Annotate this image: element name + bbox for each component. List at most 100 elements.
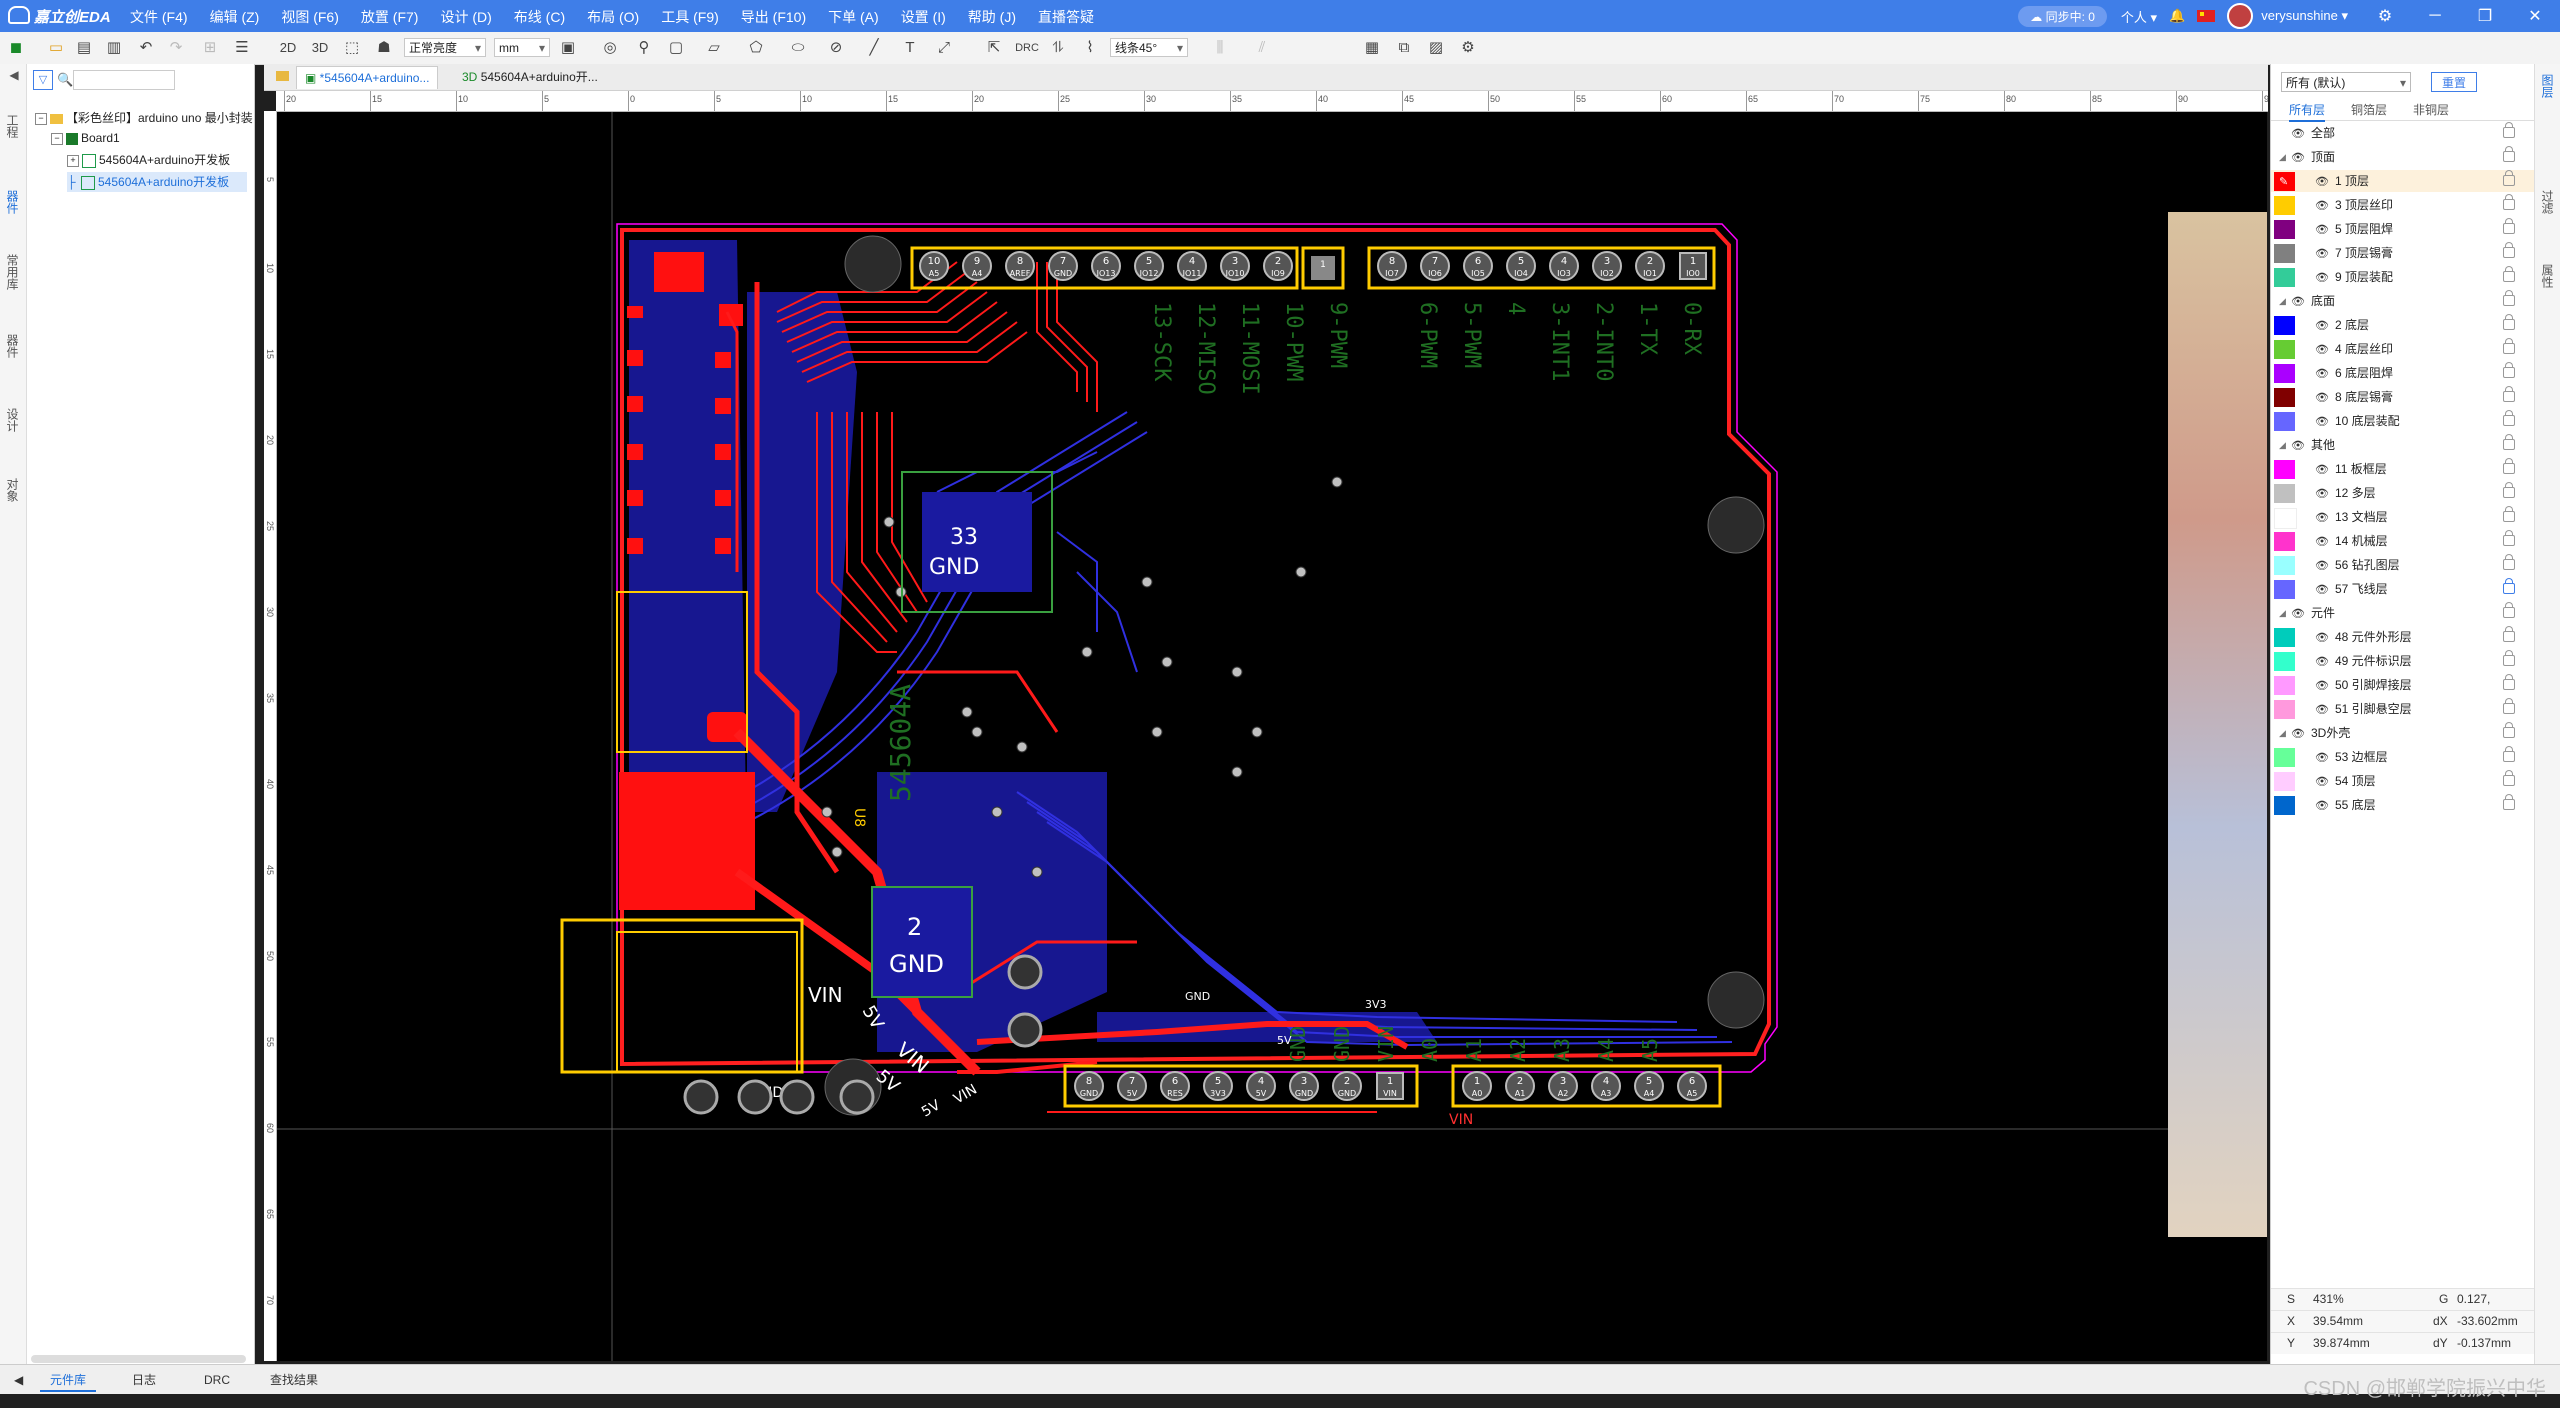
no-icon[interactable]: ⊘ xyxy=(826,38,846,58)
mcu-ic[interactable]: 33 GND xyxy=(901,471,1053,613)
layer-row[interactable]: 👁 57 飞线层 xyxy=(2271,578,2534,600)
diff-pair-icon[interactable]: ⥮ xyxy=(1048,38,1068,58)
tab-search-results[interactable]: 查找结果 xyxy=(260,1370,328,1390)
menu-item[interactable]: 导出 (F10) xyxy=(741,7,806,27)
layer-row[interactable]: 👁 54 顶层 xyxy=(2271,770,2534,792)
tree-board[interactable]: − Board1 xyxy=(51,128,120,148)
lock-icon[interactable] xyxy=(2503,338,2515,354)
view-2d-button[interactable]: 2D xyxy=(278,38,298,58)
tab-pcb[interactable]: ▣ *545604A+arduino... xyxy=(296,66,439,89)
menu-item[interactable]: 布线 (C) xyxy=(514,7,565,27)
header-top-right[interactable]: 8 IO7 7 IO6 6 IO5 5 IO4 4 IO3 3 IO2 2 IO1 1 IO0 xyxy=(1377,251,1707,281)
layer-color-swatch[interactable] xyxy=(2274,412,2295,431)
eye-icon[interactable]: 👁 xyxy=(2315,459,2329,481)
tab-all-layers[interactable]: 所有层 xyxy=(2289,101,2326,122)
menu-item[interactable]: 放置 (F7) xyxy=(361,7,419,27)
eye-icon[interactable]: 👁 xyxy=(2315,579,2329,601)
collapse-icon[interactable]: − xyxy=(51,132,63,145)
gear-icon[interactable]: ⚙ xyxy=(2360,6,2410,26)
eye-icon[interactable]: 👁 xyxy=(2315,195,2329,217)
drc-button[interactable]: DRC xyxy=(1014,38,1040,58)
layer-row[interactable]: 👁 51 引脚悬空层 xyxy=(2271,698,2534,720)
lock-icon[interactable] xyxy=(2503,698,2515,714)
lock-icon[interactable] xyxy=(2503,530,2515,546)
layer-row[interactable]: ◢ 👁 底面 xyxy=(2271,290,2534,312)
lock-icon[interactable] xyxy=(2503,386,2515,402)
layer-color-swatch[interactable] xyxy=(2274,508,2297,529)
eye-icon[interactable]: 👁 xyxy=(2315,747,2329,769)
eye-icon[interactable]: 👁 xyxy=(2315,627,2329,649)
flag-icon[interactable] xyxy=(2197,10,2216,22)
layer-row[interactable]: 👁 48 元件外形层 xyxy=(2271,626,2534,648)
menu-item[interactable]: 文件 (F4) xyxy=(130,7,188,27)
layer-row[interactable]: 👁 12 多层 xyxy=(2271,482,2534,504)
open-folder-icon[interactable]: ▭ xyxy=(46,38,66,58)
eye-icon[interactable]: 👁 xyxy=(2315,315,2329,337)
layer-color-swatch[interactable] xyxy=(2274,748,2295,767)
right-rail-tab-layers[interactable]: 图层 xyxy=(2540,74,2556,98)
menu-item[interactable]: 布局 (O) xyxy=(587,7,639,27)
left-rail-tab-object[interactable]: 对象 xyxy=(5,478,21,502)
layer-color-swatch[interactable] xyxy=(2274,700,2295,719)
settings-icon[interactable]: ⚙ xyxy=(1458,38,1478,58)
text-icon[interactable]: T xyxy=(900,38,920,58)
layer-row[interactable]: 👁 9 顶层装配 xyxy=(2271,266,2534,288)
layer-color-swatch[interactable] xyxy=(2274,580,2295,599)
layer-row[interactable]: 👁 14 机械层 xyxy=(2271,530,2534,552)
layer-row[interactable]: 👁 56 钻孔图层 xyxy=(2271,554,2534,576)
lock-icon[interactable] xyxy=(2503,170,2515,186)
unit-select[interactable]: mm xyxy=(494,38,550,58)
collapse-icon[interactable]: ◢ xyxy=(2279,434,2286,456)
search-icon[interactable]: 🔍 xyxy=(57,72,73,88)
bottom-collapse-icon[interactable]: ◀ xyxy=(4,1370,33,1390)
menu-item[interactable]: 工具 (F9) xyxy=(661,7,719,27)
lock-icon[interactable] xyxy=(2503,626,2515,642)
tree-item[interactable]: +545604A+arduino开发板 xyxy=(67,150,230,170)
layer-row[interactable]: ◢ 👁 3D外壳 xyxy=(2271,722,2534,744)
filter-icon[interactable]: ▽ xyxy=(33,70,53,90)
lock-icon[interactable] xyxy=(2503,218,2515,234)
rect-icon[interactable]: ▢ xyxy=(666,38,686,58)
lock-icon[interactable] xyxy=(2503,674,2515,690)
layer-row[interactable]: 👁 13 文档层 xyxy=(2271,506,2534,529)
eye-icon[interactable]: 👁 xyxy=(2291,603,2305,625)
grid-icon[interactable]: ⊞ xyxy=(200,38,220,58)
lock-icon[interactable] xyxy=(2503,722,2515,738)
save-all-icon[interactable]: ▥ xyxy=(104,38,124,58)
eye-icon[interactable]: 👁 xyxy=(2315,507,2329,529)
reset-button[interactable]: 重置 xyxy=(2431,72,2477,92)
redo-icon[interactable]: ↷ xyxy=(166,38,186,58)
collapse-icon[interactable]: ◢ xyxy=(2279,290,2286,312)
route-angle-select[interactable]: 线条45° xyxy=(1110,38,1188,58)
layer-row[interactable]: 👁 5 顶层阻焊 xyxy=(2271,218,2534,240)
eye-icon[interactable]: 👁 xyxy=(2315,675,2329,697)
tab-3d[interactable]: 3D 545604A+arduino开... xyxy=(454,66,606,88)
undo-icon[interactable]: ↶ xyxy=(136,38,156,58)
line-icon[interactable]: ╱ xyxy=(864,38,884,58)
regulator-pad[interactable]: 2 GND xyxy=(871,886,973,998)
avatar[interactable] xyxy=(2227,3,2254,29)
layer-row[interactable]: 👁 6 底层阻焊 xyxy=(2271,362,2534,384)
ellipse-icon[interactable]: ⬭ xyxy=(788,38,808,58)
user-menu[interactable]: verysunshine ▾ xyxy=(2261,8,2348,24)
layer-row[interactable]: ✎ 👁 1 顶层 xyxy=(2271,170,2534,192)
menu-item[interactable]: 直播答疑 xyxy=(1038,7,1094,27)
layer-filter-select[interactable]: 所有 (默认) xyxy=(2281,72,2411,93)
lock-icon[interactable] xyxy=(2503,746,2515,762)
distribute-icon[interactable]: ⫼ xyxy=(1210,38,1230,58)
eye-icon[interactable]: 👁 xyxy=(2291,147,2305,169)
route-icon[interactable]: ⇱ xyxy=(984,38,1004,58)
right-rail-tab-filter[interactable]: 过滤 xyxy=(2540,190,2556,214)
layer-row[interactable]: ◢ 👁 元件 xyxy=(2271,602,2534,624)
layer-row[interactable]: 👁 8 底层锡膏 xyxy=(2271,386,2534,408)
eye-icon[interactable]: 👁 xyxy=(2315,483,2329,505)
menu-item[interactable]: 帮助 (J) xyxy=(968,7,1016,27)
image-icon[interactable]: ▦ xyxy=(1362,38,1382,58)
collapse-icon[interactable]: ◢ xyxy=(2279,602,2286,624)
eye-icon[interactable]: 👁 xyxy=(2315,699,2329,721)
measure-icon[interactable]: ▣ xyxy=(558,38,578,58)
lock-icon[interactable] xyxy=(2503,242,2515,258)
sync-status[interactable]: ☁ 同步中: 0 xyxy=(2018,5,2107,27)
lock-icon[interactable] xyxy=(2503,290,2515,306)
collapse-icon[interactable]: − xyxy=(35,112,47,125)
